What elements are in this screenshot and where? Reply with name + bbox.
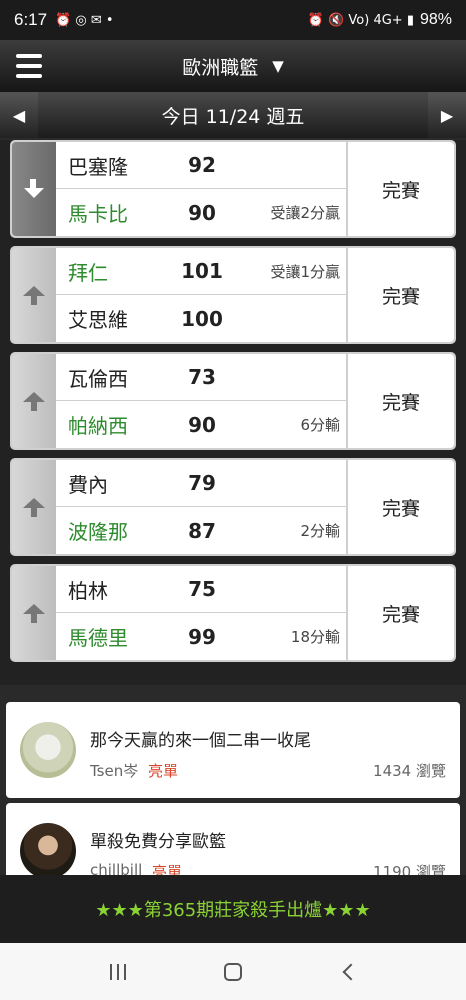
home-score: 75	[188, 577, 216, 601]
match-status: 完賽	[346, 142, 454, 236]
result-note: 2分輸	[300, 522, 340, 540]
away-score: 99	[188, 624, 216, 649]
away-team: 艾思維	[68, 308, 128, 332]
match-status: 完賽	[346, 248, 454, 342]
system-icons: ⏰ 🔇 Vo) 4G+ ▮ 98%	[308, 11, 452, 29]
prev-date-button[interactable]: ◀	[0, 92, 38, 138]
home-score: 79	[188, 471, 216, 495]
arrow-up-icon	[23, 390, 45, 412]
app-header: 歐洲職籃 ▼	[0, 40, 466, 92]
away-score: 100	[181, 306, 223, 331]
expand-toggle[interactable]	[12, 566, 56, 660]
post-tag: 亮單	[152, 863, 183, 875]
home-button[interactable]	[213, 952, 253, 992]
match-card[interactable]: 巴塞隆 92 馬卡比 90 受讓2分贏 完賽	[10, 140, 456, 238]
match-card[interactable]: 柏林 75 馬德里 99 18分輸 完賽	[10, 564, 456, 662]
home-score: 101	[181, 259, 223, 283]
status-bar: 6:17 ⏰ ◎ ✉ • ⏰ 🔇 Vo) 4G+ ▮ 98%	[0, 0, 466, 40]
away-team: 帕納西	[68, 414, 128, 438]
post-author: Tsen岑	[90, 762, 139, 780]
league-title: 歐洲職籃	[182, 56, 259, 79]
arrow-down-icon	[23, 178, 45, 200]
back-icon	[342, 963, 360, 980]
status-time: 6:17	[14, 10, 48, 29]
result-note: 受讓1分贏	[270, 262, 340, 281]
match-status: 完賽	[346, 460, 454, 554]
match-list: 巴塞隆 92 馬卡比 90 受讓2分贏 完賽 拜仁 101 受讓1分贏 艾思維 …	[0, 140, 466, 685]
result-note: 6分輸	[300, 416, 340, 434]
expand-toggle[interactable]	[12, 460, 56, 554]
recents-button[interactable]	[98, 952, 138, 992]
away-team: 波隆那	[68, 520, 128, 544]
match-card[interactable]: 拜仁 101 受讓1分贏 艾思維 100 完賽	[10, 246, 456, 344]
home-team: 瓦倫西	[68, 366, 128, 391]
arrow-up-icon	[23, 496, 45, 518]
arrow-up-icon	[23, 602, 45, 624]
post-title: 那今天贏的來一個二串一收尾	[90, 731, 311, 751]
hamburger-icon	[16, 54, 42, 58]
home-team: 巴塞隆	[68, 154, 128, 179]
away-team: 馬卡比	[68, 202, 128, 226]
away-score: 87	[188, 518, 216, 543]
recents-icon	[109, 963, 126, 980]
home-team: 費內	[68, 472, 108, 497]
expand-toggle[interactable]	[12, 142, 56, 236]
post-card[interactable]: 單殺免費分享歐籃 chillbill 亮單 1190 瀏覽	[6, 803, 460, 875]
match-card[interactable]: 費內 79 波隆那 87 2分輸 完賽	[10, 458, 456, 556]
result-note: 18分輸	[290, 628, 340, 646]
home-score: 92	[188, 153, 216, 177]
notification-icons: ⏰ ◎ ✉ •	[55, 12, 114, 28]
avatar	[20, 722, 76, 778]
expand-toggle[interactable]	[12, 354, 56, 448]
post-list: 那今天贏的來一個二串一收尾 Tsen岑 亮單 1434 瀏覽 單殺免費分享歐籃 …	[0, 685, 466, 875]
battery-level: 98%	[419, 11, 452, 28]
home-icon	[223, 962, 242, 981]
post-views: 1434 瀏覽	[373, 762, 446, 780]
home-team: 柏林	[68, 578, 108, 603]
post-card[interactable]: 那今天贏的來一個二串一收尾 Tsen岑 亮單 1434 瀏覽	[6, 702, 460, 798]
match-card[interactable]: 瓦倫西 73 帕納西 90 6分輸 完賽	[10, 352, 456, 450]
league-dropdown[interactable]: 歐洲職籃 ▼	[182, 53, 284, 80]
home-team: 拜仁	[68, 260, 108, 285]
avatar	[20, 823, 76, 875]
arrow-up-icon	[23, 284, 45, 306]
caret-down-icon: ▼	[272, 57, 284, 75]
expand-toggle[interactable]	[12, 248, 56, 342]
post-views: 1190 瀏覽	[373, 863, 446, 875]
home-score: 73	[188, 365, 216, 389]
back-button[interactable]	[328, 952, 368, 992]
date-bar: ◀ 今日 11/24 週五 ▶	[0, 92, 466, 138]
post-tag: 亮單	[148, 762, 179, 780]
away-score: 90	[188, 200, 216, 225]
result-note: 受讓2分贏	[270, 204, 340, 222]
system-nav-bar	[0, 943, 466, 1000]
promo-banner[interactable]: ★★★第365期莊家殺手出爐★★★	[0, 875, 466, 943]
post-author: chillbill	[90, 861, 143, 875]
next-date-button[interactable]: ▶	[428, 92, 466, 138]
date-label: 今日 11/24 週五	[161, 105, 305, 128]
post-title: 單殺免費分享歐籃	[90, 832, 226, 852]
match-status: 完賽	[346, 566, 454, 660]
system-status-icons: ⏰ 🔇 Vo) 4G+ ▮	[307, 12, 414, 28]
menu-button[interactable]	[14, 51, 44, 81]
match-status: 完賽	[346, 354, 454, 448]
away-score: 90	[188, 412, 216, 437]
away-team: 馬德里	[68, 626, 128, 650]
